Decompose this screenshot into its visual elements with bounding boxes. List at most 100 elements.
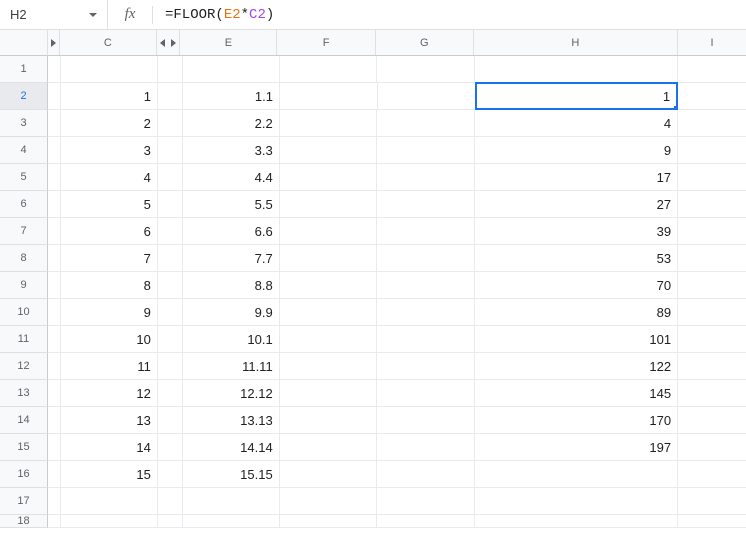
row-header-5[interactable]: 5	[0, 164, 48, 191]
cell[interactable]	[280, 218, 378, 245]
selection-handle[interactable]	[673, 105, 678, 110]
cell[interactable]	[48, 326, 61, 353]
cell[interactable]	[183, 56, 280, 83]
cell[interactable]: 6	[61, 218, 158, 245]
cell[interactable]	[170, 272, 183, 299]
cell[interactable]	[280, 515, 378, 528]
row-header-6[interactable]: 6	[0, 191, 48, 218]
cell[interactable]	[48, 488, 61, 515]
cell[interactable]	[378, 83, 476, 110]
cell[interactable]	[678, 434, 746, 461]
cell[interactable]	[377, 461, 475, 488]
cell[interactable]: 4	[61, 164, 158, 191]
cell[interactable]	[377, 353, 475, 380]
cell[interactable]	[377, 164, 475, 191]
cell[interactable]	[280, 434, 378, 461]
cell[interactable]: 8	[61, 272, 158, 299]
cell[interactable]	[158, 515, 170, 528]
cell[interactable]	[678, 326, 746, 353]
cell[interactable]	[678, 461, 746, 488]
cell[interactable]: 10	[61, 326, 158, 353]
cell[interactable]	[377, 434, 475, 461]
row-header-2[interactable]: 2	[0, 83, 48, 110]
cell[interactable]	[158, 326, 170, 353]
cell[interactable]: 170	[475, 407, 678, 434]
cell[interactable]	[377, 191, 475, 218]
cell[interactable]: 145	[475, 380, 678, 407]
cell[interactable]: 101	[475, 326, 678, 353]
cell[interactable]: 14.14	[183, 434, 280, 461]
formula-input[interactable]: =FLOOR(E2*C2)	[153, 7, 746, 23]
cell[interactable]	[61, 488, 158, 515]
cell[interactable]	[61, 515, 158, 528]
cell[interactable]	[48, 137, 61, 164]
cell[interactable]	[377, 245, 475, 272]
cell[interactable]	[158, 299, 170, 326]
cell[interactable]	[48, 191, 61, 218]
row-header-7[interactable]: 7	[0, 218, 48, 245]
cell[interactable]	[678, 137, 746, 164]
cell[interactable]: 2	[61, 110, 158, 137]
cell[interactable]	[170, 326, 183, 353]
row-header-3[interactable]: 3	[0, 110, 48, 137]
expand-cols-right-icon[interactable]	[169, 30, 181, 55]
cell[interactable]	[678, 272, 746, 299]
col-header-I[interactable]: I	[678, 30, 746, 55]
cell[interactable]: 14	[61, 434, 158, 461]
cell[interactable]: 5	[61, 191, 158, 218]
row-header-11[interactable]: 11	[0, 326, 48, 353]
cell[interactable]: 1	[475, 82, 678, 110]
row-header-12[interactable]: 12	[0, 353, 48, 380]
cell[interactable]	[678, 245, 746, 272]
cell[interactable]	[475, 461, 678, 488]
cell[interactable]	[377, 488, 475, 515]
cell[interactable]	[280, 299, 378, 326]
cell[interactable]: 11	[61, 353, 158, 380]
cell[interactable]: 15	[61, 461, 158, 488]
cell[interactable]	[170, 218, 183, 245]
cell[interactable]: 4.4	[183, 164, 280, 191]
cell[interactable]: 53	[475, 245, 678, 272]
chevron-down-icon[interactable]	[89, 13, 97, 17]
cell[interactable]	[170, 56, 183, 83]
cell[interactable]: 9.9	[183, 299, 280, 326]
cell[interactable]: 5.5	[183, 191, 280, 218]
cell[interactable]	[280, 407, 378, 434]
cell[interactable]	[678, 353, 746, 380]
cell[interactable]	[377, 326, 475, 353]
cell[interactable]	[280, 488, 378, 515]
cell[interactable]	[48, 56, 61, 83]
cell[interactable]	[48, 272, 61, 299]
cell[interactable]: 70	[475, 272, 678, 299]
cell[interactable]: 4	[475, 110, 678, 137]
cell[interactable]	[280, 380, 378, 407]
col-header-E[interactable]: E	[180, 30, 277, 55]
row-header-9[interactable]: 9	[0, 272, 48, 299]
row-header-15[interactable]: 15	[0, 434, 48, 461]
cell[interactable]: 3	[61, 137, 158, 164]
cell[interactable]: 12.12	[183, 380, 280, 407]
cell[interactable]	[280, 353, 378, 380]
cell[interactable]: 11.11	[183, 353, 280, 380]
row-header-10[interactable]: 10	[0, 299, 48, 326]
cell[interactable]	[170, 353, 183, 380]
cell[interactable]: 27	[475, 191, 678, 218]
cell[interactable]	[280, 326, 378, 353]
cell[interactable]	[678, 407, 746, 434]
cell[interactable]: 8.8	[183, 272, 280, 299]
cell[interactable]	[377, 137, 475, 164]
cell[interactable]	[678, 515, 746, 528]
cell[interactable]	[158, 218, 170, 245]
cell[interactable]	[678, 380, 746, 407]
cell[interactable]	[48, 380, 61, 407]
cell[interactable]	[280, 164, 378, 191]
cell[interactable]	[170, 245, 183, 272]
cell[interactable]	[158, 137, 170, 164]
cell[interactable]	[61, 56, 158, 83]
cell[interactable]	[158, 380, 170, 407]
cell[interactable]	[377, 56, 475, 83]
cell[interactable]	[678, 299, 746, 326]
cell[interactable]: 13	[61, 407, 158, 434]
cell[interactable]	[48, 218, 61, 245]
cell[interactable]	[377, 407, 475, 434]
